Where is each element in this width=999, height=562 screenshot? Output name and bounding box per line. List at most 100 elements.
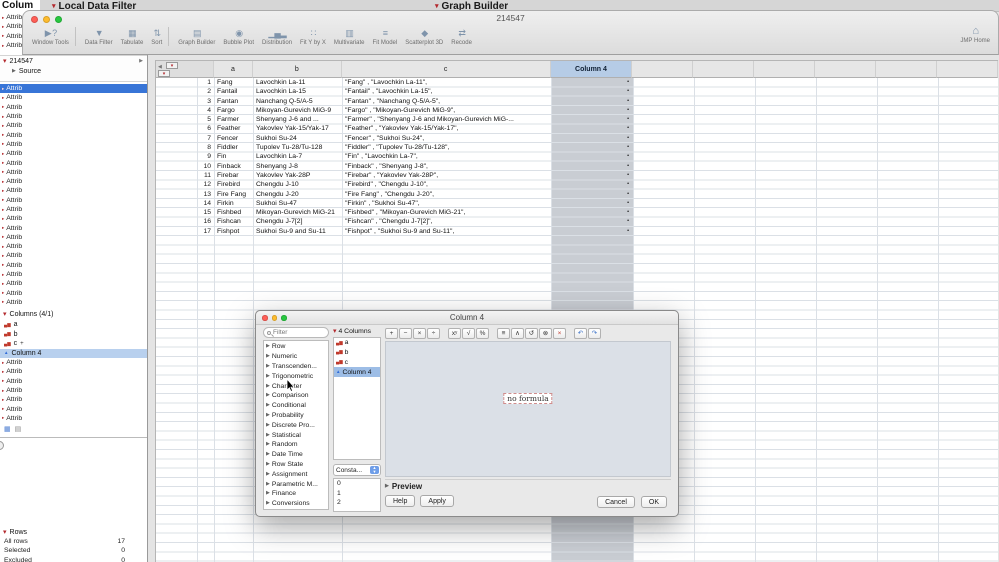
cell-a[interactable]: Firebird [214,180,253,189]
list-icon[interactable]: ▤ [15,425,22,433]
disclosure-triangle-icon[interactable]: ▶ [266,383,270,389]
attribute-list-item[interactable]: ▸ Attrib [0,177,147,186]
cell-b[interactable]: Lavochkin La-7 [253,152,342,161]
table-row[interactable]: 16 Fishcan Chengdu J-7[2] "Fishcan" , "C… [156,217,998,226]
formula-op-button[interactable]: ⊗ [539,327,552,339]
formula-op-button[interactable]: xʸ [448,327,461,339]
attribute-list-item[interactable]: ▸ Attrib [0,158,147,167]
cell-a[interactable]: Fishbed [214,208,253,217]
cell-c[interactable]: "Feather" , "Yakovlev Yak-15/Yak-17", [342,124,551,133]
table-row[interactable]: 3 Fantan Nanchang Q-5/A-5 "Fantan" , "Na… [156,97,998,106]
table-row[interactable]: 11 Firebar Yakovlev Yak-28P "Firebar" , … [156,171,998,180]
row-state-cell[interactable] [156,106,197,115]
table-row[interactable]: 17 Fishpot Sukhoi Su-9 and Su-11 "Fishpo… [156,227,998,236]
row-number[interactable]: 15 [197,208,214,217]
dialog-column-item[interactable]: ▄▆ c [334,358,380,368]
function-category-item[interactable]: ▶ Probability [264,411,328,421]
row-number[interactable]: 7 [197,134,214,143]
columns-panel-header[interactable]: ▾ Columns (4/1) [0,309,147,319]
row-number[interactable]: 9 [197,152,214,161]
attribute-list-item[interactable]: ▸ Attrib [0,270,147,279]
cell-column4[interactable]: • [551,152,633,161]
row-state-cell[interactable] [156,190,197,199]
tree-child-row[interactable]: ▶ Source [0,66,147,76]
toolbar-button[interactable]: ▦ Tabulate [118,27,147,46]
cell-b[interactable]: Lavochkin La-11 [253,78,342,87]
attribute-list-item[interactable]: ▸ Attrib [0,205,147,214]
cell-column4[interactable]: • [551,199,633,208]
cell-column4[interactable]: • [551,190,633,199]
row-state-cell[interactable] [156,134,197,143]
row-number[interactable]: 6 [197,124,214,133]
formula-op-button[interactable]: ÷ [427,327,440,339]
cell-c[interactable]: "Farmer" , "Shenyang J-6 and Mikoyan-Gur… [342,115,551,124]
function-category-item[interactable]: ▶ Transcenden... [264,362,328,372]
cell-b[interactable]: Chengdu J-7[2] [253,217,342,226]
disclosure-triangle-icon[interactable]: ▶ [266,471,270,477]
dialog-button[interactable]: OK [640,496,667,508]
row-number[interactable]: 8 [197,143,214,152]
column-list-item[interactable]: ▄▆ b [0,330,147,340]
cell-b[interactable]: Mikoyan-Gurevich MiG-21 [253,208,342,217]
cell-c[interactable]: "Fencer" , "Sukhoi Su-24", [342,134,551,143]
table-row[interactable]: 7 Fencer Sukhoi Su-24 "Fencer" , "Sukhoi… [156,134,998,143]
column-header-c[interactable]: c [341,61,551,78]
cell-column4[interactable]: • [551,227,633,236]
dialog-column-item[interactable]: ▄▆ b [334,348,380,358]
table-row[interactable]: 1 Fang Lavochkin La-11 "Fang" , "Lavochk… [156,78,998,87]
grid-icon[interactable]: ▦ [4,425,11,433]
dialog-column-item[interactable]: ▲ Column 4 [334,367,380,378]
row-state-cell[interactable] [156,152,197,161]
function-category-item[interactable]: ▶ Statistical [264,430,328,440]
red-triangle-icon[interactable]: ▾ [435,3,439,10]
function-category-item[interactable]: ▶ Assignment [264,469,328,479]
table-row[interactable]: 4 Fargo Mikoyan-Gurevich MiG-9 "Fargo" ,… [156,106,998,115]
attribute-list-item[interactable]: ▸ Attrib [0,367,147,376]
red-triangle-icon[interactable]: ▾ [3,58,7,65]
disclosure-triangle-icon[interactable]: ▶ [266,461,270,467]
attribute-list-item[interactable]: ▸ Attrib [0,386,147,395]
attribute-list-item[interactable]: ▸ Attrib [0,223,147,232]
attribute-list-item[interactable]: ▸ Attrib [0,261,147,270]
function-category-item[interactable]: ▶ Parametric M... [264,479,328,489]
row-state-cell[interactable] [156,217,197,226]
cell-a[interactable]: Farmer [214,115,253,124]
column-header-column4[interactable]: Column 4 [550,61,633,78]
row-state-cell[interactable] [156,171,197,180]
attribute-list-item[interactable]: ▸ Attrib [0,414,147,423]
cell-c[interactable]: "Fargo" , "Mikoyan-Gurevich MiG-9", [342,106,551,115]
attribute-list-item[interactable]: ▸ Attrib [0,140,147,149]
cell-column4[interactable]: • [551,217,633,226]
cell-b[interactable]: Sukhoi Su-24 [253,134,342,143]
row-number[interactable]: 13 [197,190,214,199]
disclosure-triangle-icon[interactable]: ▶ [266,344,270,349]
disclosure-triangle-icon[interactable]: ▶ [266,393,270,398]
cell-column4[interactable]: • [551,134,633,143]
table-row[interactable]: 5 Farmer Shenyang J-6 and ... "Farmer" ,… [156,115,998,124]
table-row[interactable]: 13 Fire Fang Chengdu J-20 "Fire Fang" , … [156,190,998,199]
row-number[interactable]: 3 [197,97,214,106]
cell-a[interactable]: Firebar [214,171,253,180]
cell-b[interactable]: Shenyang J-6 and ... [253,115,342,124]
function-category-item[interactable]: ▶ Date Time [264,450,328,460]
cell-c[interactable]: "Fin" , "Lavochkin La-7", [342,152,551,161]
cell-c[interactable]: "Firebar" , "Yakovlev Yak-28P", [342,171,551,180]
cell-column4[interactable]: • [551,78,633,87]
attribute-list-item[interactable]: ▸ Attrib [0,168,147,177]
row-state-cell[interactable] [156,199,197,208]
cell-a[interactable]: Fantail [214,87,253,96]
toolbar-button[interactable]: ▼ Data Filter [82,27,116,46]
disclosure-triangle-icon[interactable]: ▶ [266,373,270,379]
toolbar-button[interactable]: ◆ Scatterplot 3D [402,27,446,46]
rows-menu-red-triangle[interactable]: ▾ [158,70,170,77]
attribute-list-item[interactable]: ▸ Attrib [0,186,147,195]
cell-a[interactable]: Feather [214,124,253,133]
attribute-list-item[interactable]: ▸ Attrib [0,298,147,307]
dialog-columns-header[interactable]: ▾ 4 Columns [333,327,381,336]
dialog-titlebar[interactable]: Column 4 [256,311,678,325]
attribute-list-item[interactable]: ▸ Attrib [0,196,147,205]
cell-column4[interactable]: • [551,162,633,171]
cell-c[interactable]: "Fantan" , "Nanchang Q-5/A-5", [342,97,551,106]
cell-a[interactable]: Fantan [214,97,253,106]
cell-a[interactable]: Fang [214,78,253,87]
